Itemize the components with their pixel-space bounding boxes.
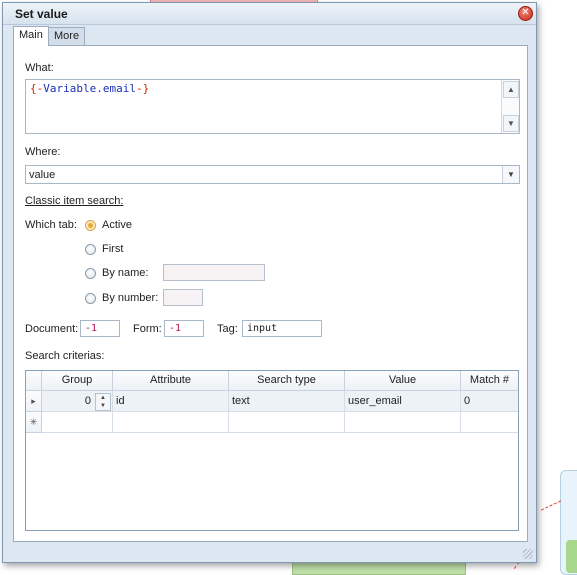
row-indicator-icon: ▸ bbox=[26, 391, 42, 412]
form-label: Form: bbox=[133, 323, 162, 335]
background-node-green-right bbox=[566, 540, 577, 573]
cell-group[interactable]: 0 ▲ ▼ bbox=[42, 391, 113, 412]
tab-more[interactable]: More bbox=[48, 27, 86, 45]
new-cell[interactable] bbox=[461, 412, 518, 433]
new-row-icon: ✳ bbox=[26, 412, 42, 433]
radio-by-number-label[interactable]: By number: bbox=[102, 292, 158, 304]
new-cell[interactable] bbox=[345, 412, 461, 433]
new-cell[interactable] bbox=[113, 412, 229, 433]
search-criteria-label: Search criterias: bbox=[25, 350, 105, 362]
column-header-value[interactable]: Value bbox=[345, 371, 461, 391]
which-tab-label: Which tab: bbox=[25, 219, 77, 231]
main-tab-panel: What: {-Variable.email-} ▲ ▼ Where: valu… bbox=[13, 45, 528, 542]
chevron-down-icon[interactable]: ▼ bbox=[502, 166, 519, 183]
tag-input[interactable]: input bbox=[242, 320, 322, 337]
set-value-dialog: Set value ✕ Main More What: {-Variable.e… bbox=[2, 2, 537, 563]
radio-active-label[interactable]: Active bbox=[102, 219, 132, 231]
column-header-group[interactable]: Group bbox=[42, 371, 113, 391]
what-textarea[interactable]: {-Variable.email-} ▲ ▼ bbox=[25, 79, 520, 134]
close-icon[interactable]: ✕ bbox=[518, 6, 533, 21]
classic-search-heading: Classic item search: bbox=[25, 195, 124, 207]
variable-name: Variable.email bbox=[43, 82, 136, 95]
scroll-down-icon[interactable]: ▼ bbox=[503, 115, 519, 132]
document-input[interactable]: -1 bbox=[80, 320, 120, 337]
form-input[interactable]: -1 bbox=[164, 320, 204, 337]
by-number-input[interactable] bbox=[163, 289, 203, 306]
radio-first[interactable] bbox=[85, 244, 96, 255]
column-header-match[interactable]: Match # bbox=[461, 371, 518, 391]
by-name-input[interactable] bbox=[163, 264, 265, 281]
radio-by-number[interactable] bbox=[85, 293, 96, 304]
tag-label: Tag: bbox=[217, 323, 238, 335]
column-header-attribute[interactable]: Attribute bbox=[113, 371, 229, 391]
new-cell[interactable] bbox=[229, 412, 345, 433]
variable-close-brace: -} bbox=[135, 82, 150, 95]
where-label: Where: bbox=[25, 146, 61, 158]
where-dropdown[interactable]: value ▼ bbox=[25, 165, 520, 184]
cell-value[interactable]: user_email bbox=[345, 391, 461, 412]
dialog-title: Set value bbox=[15, 7, 68, 21]
background-connector bbox=[540, 500, 562, 511]
new-cell[interactable] bbox=[42, 412, 113, 433]
resize-grip-icon[interactable] bbox=[523, 549, 533, 559]
radio-by-name-label[interactable]: By name: bbox=[102, 267, 148, 279]
spinner-icon[interactable]: ▲ ▼ bbox=[95, 393, 111, 411]
tab-main[interactable]: Main bbox=[13, 26, 49, 46]
cell-group-value: 0 bbox=[84, 395, 91, 407]
where-value: value bbox=[29, 169, 56, 181]
cell-attribute[interactable]: id bbox=[113, 391, 229, 412]
radio-active[interactable] bbox=[85, 220, 96, 231]
column-header-search-type[interactable]: Search type bbox=[229, 371, 345, 391]
search-criteria-grid[interactable]: Group Attribute Search type Value Match … bbox=[25, 370, 519, 531]
radio-first-label[interactable]: First bbox=[102, 243, 123, 255]
what-label: What: bbox=[25, 62, 54, 74]
what-value: {-Variable.email-} bbox=[30, 82, 149, 95]
radio-by-name[interactable] bbox=[85, 268, 96, 279]
dialog-titlebar[interactable]: Set value ✕ bbox=[3, 3, 536, 25]
cell-match[interactable]: 0 bbox=[461, 391, 518, 412]
cell-search-type[interactable]: text bbox=[229, 391, 345, 412]
row-header-corner bbox=[26, 371, 42, 391]
scroll-up-icon[interactable]: ▲ bbox=[503, 81, 519, 98]
variable-open-brace: {- bbox=[30, 82, 44, 95]
document-label: Document: bbox=[25, 323, 79, 335]
what-scrollbar[interactable]: ▲ ▼ bbox=[501, 80, 519, 133]
